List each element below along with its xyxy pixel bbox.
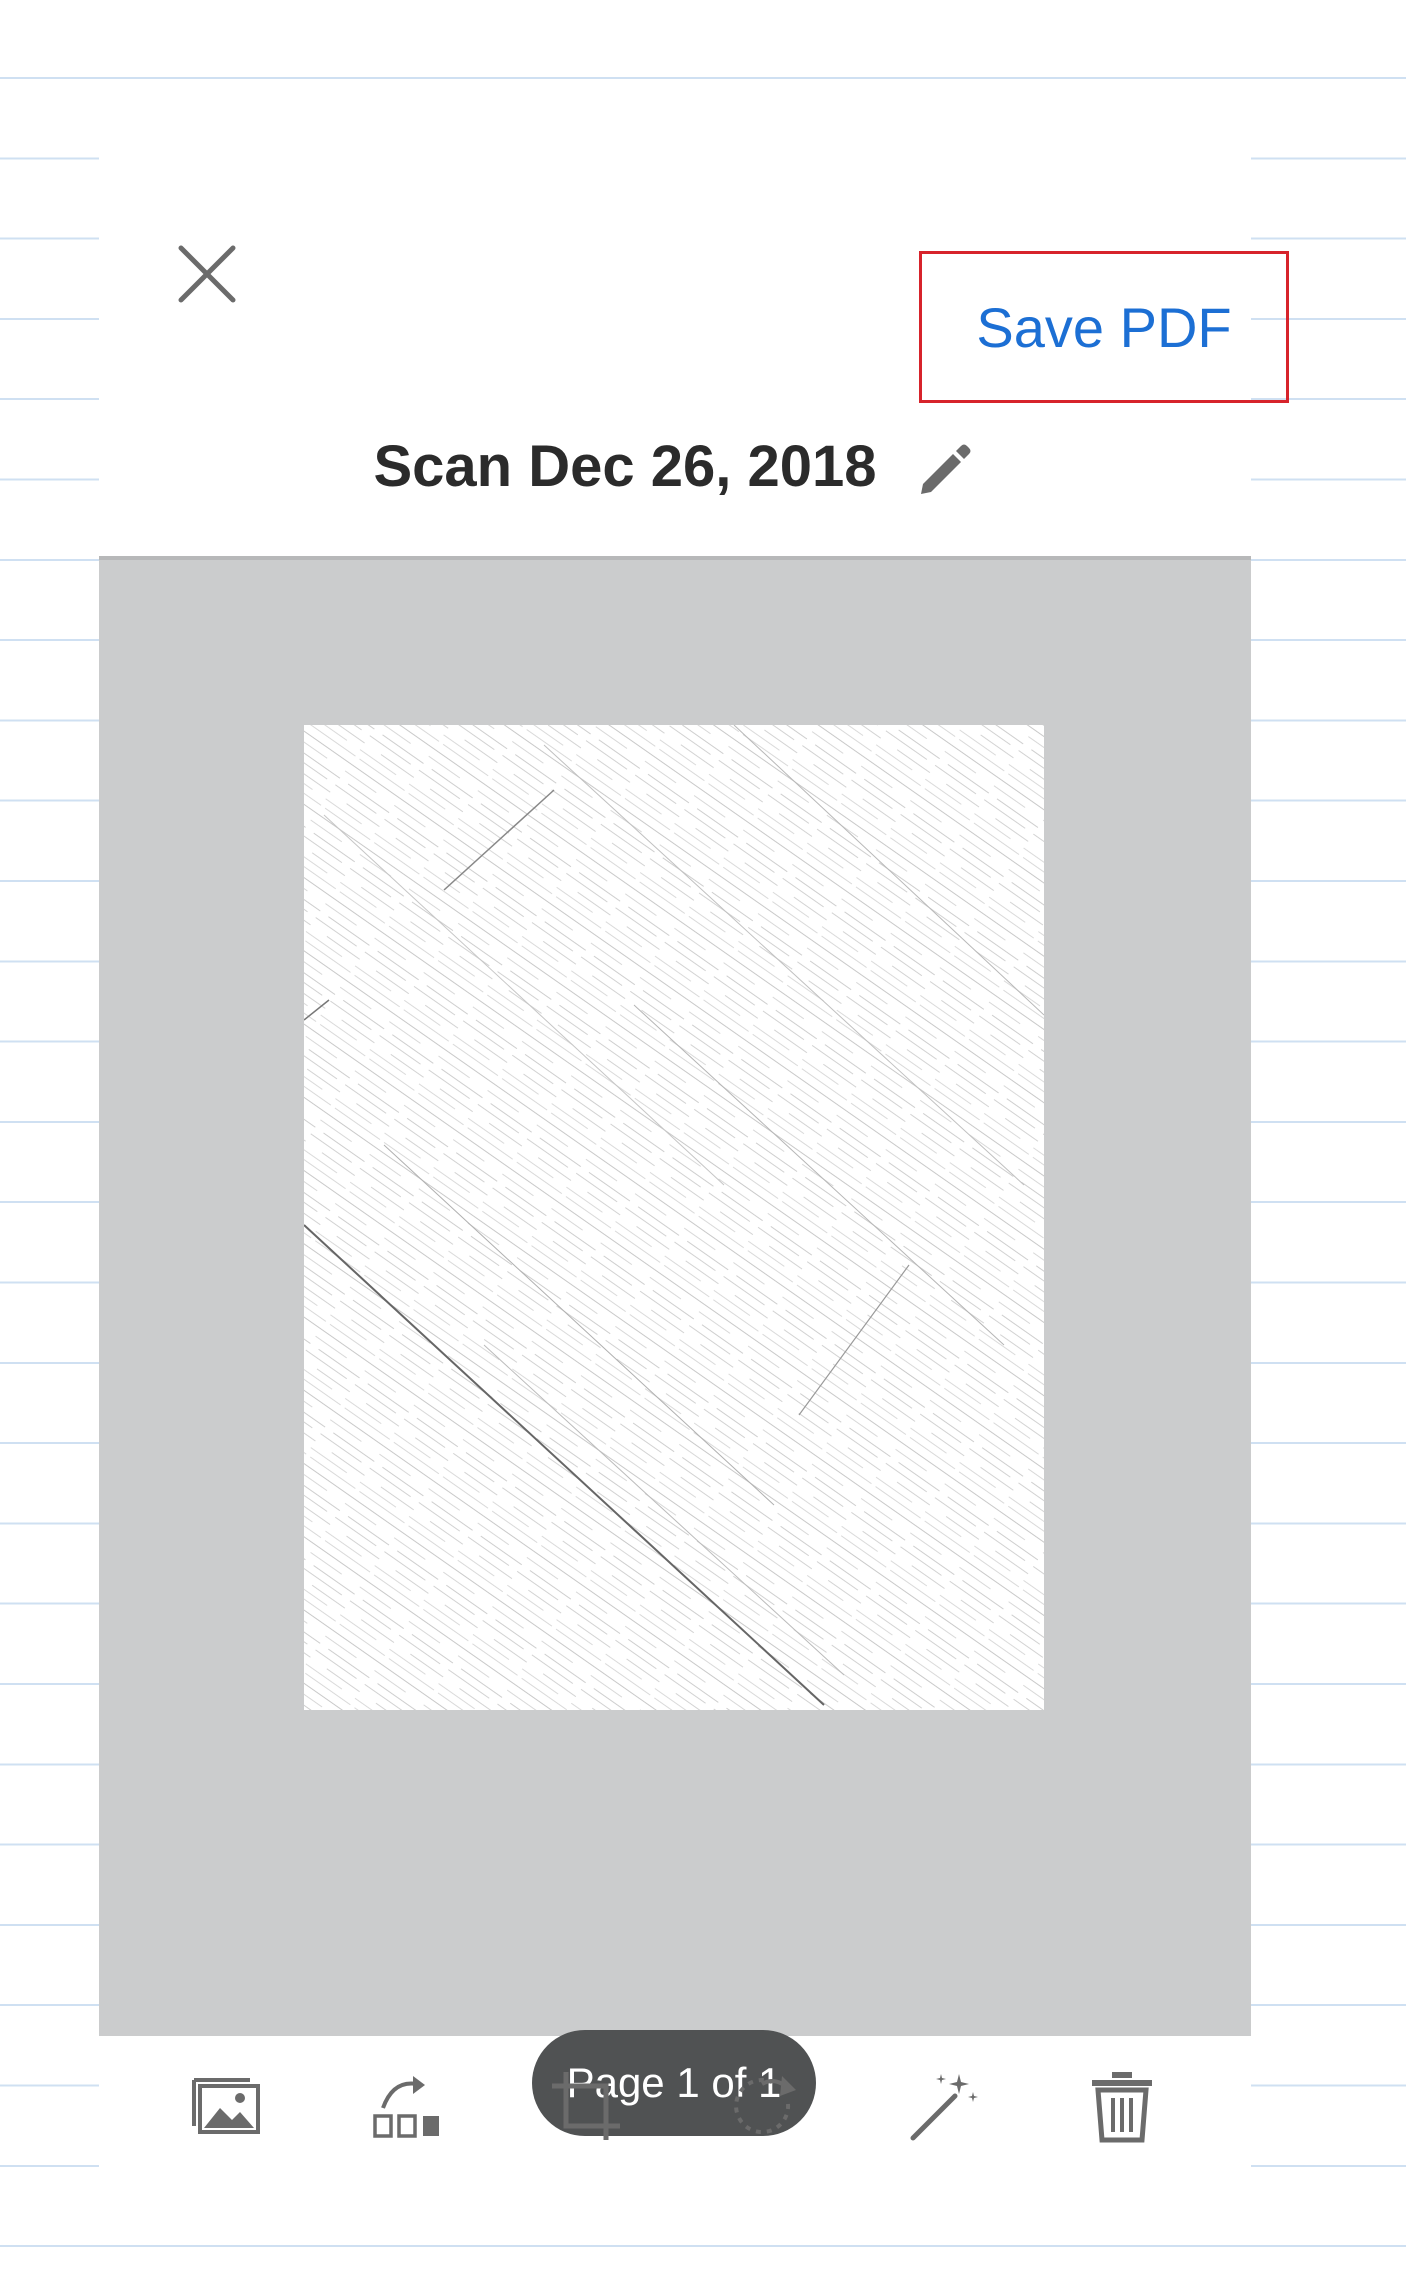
scan-review-dialog: Save PDF Scan Dec 26, 2018 Page 1 of 1 [99,156,1289,2176]
rotate-button[interactable] [716,2058,812,2154]
delete-button[interactable] [1074,2058,1170,2154]
magic-wand-icon [910,2074,978,2141]
trash-icon [1091,2072,1152,2143]
scanned-page-image [304,725,1044,1710]
page-preview-area: Page 1 of 1 [99,556,1251,2136]
save-pdf-label: Save PDF [976,295,1232,359]
scanned-page-thumbnail[interactable] [304,725,1044,1710]
pencil-icon[interactable] [913,436,977,500]
bottom-toolbar [99,2036,1251,2176]
crop-icon [551,2072,620,2140]
reorder-button[interactable] [359,2058,455,2154]
title-row: Scan Dec 26, 2018 [99,411,1251,521]
document-title: Scan Dec 26, 2018 [373,433,877,499]
close-icon [178,245,236,303]
image-gallery-icon [192,2078,261,2134]
add-page-button[interactable] [180,2058,276,2154]
reorder-pages-icon [373,2076,439,2138]
rotate-icon [734,2076,797,2135]
cleanup-button[interactable] [895,2058,991,2154]
close-button[interactable] [147,214,267,334]
save-pdf-button[interactable]: Save PDF [919,251,1289,403]
crop-button[interactable] [538,2058,634,2154]
